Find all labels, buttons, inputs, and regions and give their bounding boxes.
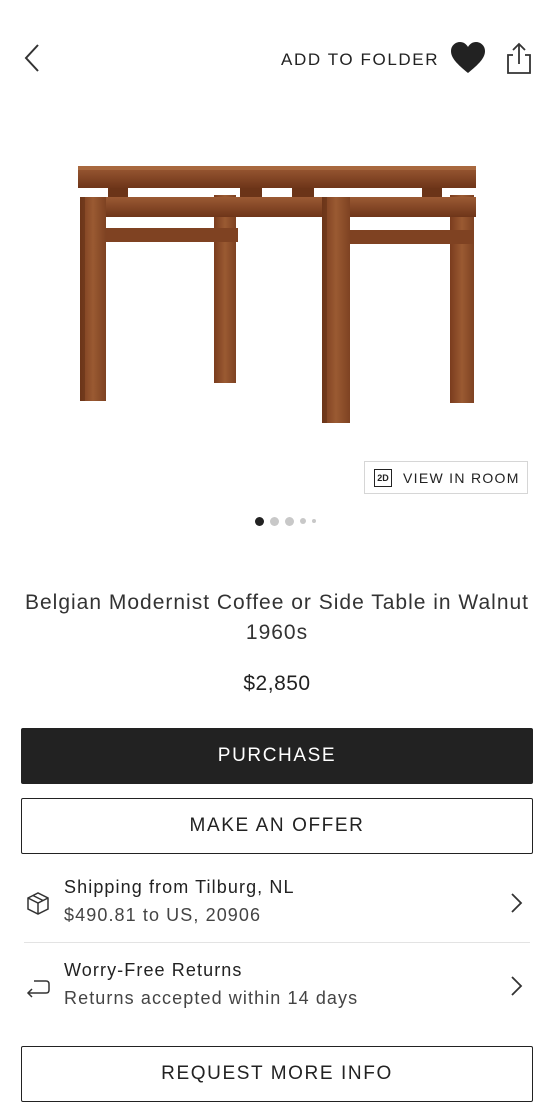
pagination-dot[interactable] xyxy=(300,518,306,524)
divider xyxy=(24,942,530,943)
walnut-table-image xyxy=(78,166,476,423)
make-offer-button[interactable]: MAKE AN OFFER xyxy=(21,798,533,854)
share-button[interactable] xyxy=(504,40,534,76)
view-in-room-label: VIEW IN ROOM xyxy=(403,469,520,486)
chevron-left-icon xyxy=(24,44,39,72)
product-image[interactable] xyxy=(60,150,500,440)
heart-icon xyxy=(451,42,485,73)
chevron-right-icon xyxy=(511,893,523,913)
pagination-dot[interactable] xyxy=(270,516,279,526)
request-more-info-button[interactable]: REQUEST MORE INFO xyxy=(21,1046,533,1102)
product-price: $2,850 xyxy=(243,672,311,695)
pagination-dot[interactable] xyxy=(285,516,294,526)
package-icon xyxy=(27,892,49,915)
view-in-room-button[interactable]: 2D VIEW IN ROOM xyxy=(364,461,528,494)
favorite-button[interactable] xyxy=(449,40,487,76)
back-button[interactable] xyxy=(16,40,48,76)
pagination-dot[interactable] xyxy=(312,519,316,523)
share-icon xyxy=(507,42,531,74)
2d-room-icon: 2D xyxy=(371,466,395,490)
product-title: Belgian Modernist Coffee or Side Table i… xyxy=(24,591,530,644)
shipping-cost: $490.81 to US, 20906 xyxy=(64,905,262,925)
shipping-info-row[interactable]: Shipping from Tilburg, NL $490.81 to US,… xyxy=(24,869,530,939)
chevron-right-icon xyxy=(511,976,523,996)
pagination-dot[interactable] xyxy=(255,516,264,526)
image-pagination xyxy=(255,516,316,526)
top-bar: ADD TO FOLDER xyxy=(0,0,554,110)
returns-info-row[interactable]: Worry-Free Returns Returns accepted with… xyxy=(24,952,530,1022)
returns-policy: Returns accepted within 14 days xyxy=(64,988,359,1008)
add-to-folder-button[interactable]: ADD TO FOLDER xyxy=(281,50,439,70)
returns-title: Worry-Free Returns xyxy=(64,960,243,980)
shipping-origin: Shipping from Tilburg, NL xyxy=(64,877,295,897)
return-arrow-icon xyxy=(26,980,50,998)
purchase-button[interactable]: PURCHASE xyxy=(21,728,533,784)
